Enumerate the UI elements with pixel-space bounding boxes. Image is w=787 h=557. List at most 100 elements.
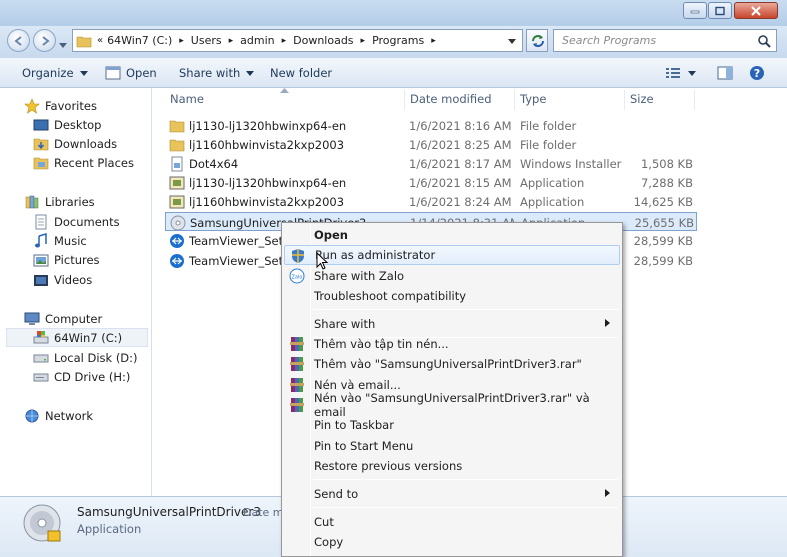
breadcrumb-admin[interactable]: admin xyxy=(240,34,274,47)
file-name-cell: Dot4x64 xyxy=(169,154,409,173)
breadcrumb-separator-icon[interactable]: ▸ xyxy=(282,36,287,46)
nav-favorites[interactable]: Favorites xyxy=(24,96,97,115)
nav-documents[interactable]: Documents xyxy=(33,212,120,231)
nav-downloads[interactable]: Downloads xyxy=(33,134,117,153)
breadcrumb-drive[interactable]: 64Win7 (C:) xyxy=(107,34,172,47)
search-input[interactable]: Search Programs xyxy=(553,29,777,52)
share-with-label: Share with xyxy=(179,66,241,80)
refresh-button[interactable] xyxy=(526,29,548,52)
menu-item-restore-versions[interactable]: Restore previous versions xyxy=(284,456,620,476)
libraries-icon xyxy=(25,195,39,208)
file-size: 25,655 KB xyxy=(634,215,694,230)
file-size: 14,625 KB xyxy=(633,194,693,209)
maximize-icon xyxy=(715,6,725,15)
table-row[interactable]: lj1160hbwinvista2kxp2003 1/6/2021 8:25 AM… xyxy=(165,135,697,154)
file-type: Application xyxy=(520,194,585,209)
nav-recent-places[interactable]: Recent Places xyxy=(33,153,134,172)
winrar-icon xyxy=(290,378,304,392)
back-button[interactable] xyxy=(7,29,30,52)
recent-pages-dropdown[interactable] xyxy=(59,38,67,48)
menu-separator xyxy=(313,507,618,508)
table-row[interactable]: lj1130-lj1320hbwinxp64-en 1/6/2021 8:15 A… xyxy=(165,173,697,192)
file-date: 1/6/2021 8:24 AM xyxy=(409,194,512,209)
nav-label: CD Drive (H:) xyxy=(54,369,131,384)
nav-label: Documents xyxy=(54,214,120,229)
column-header-label: Type xyxy=(520,92,547,106)
submenu-arrow-icon xyxy=(605,489,610,497)
winrar-icon xyxy=(290,398,304,412)
minimize-button[interactable] xyxy=(683,2,707,19)
view-options-dropdown[interactable] xyxy=(688,58,696,88)
menu-item-troubleshoot[interactable]: Troubleshoot compatibility xyxy=(284,286,620,306)
nav-desktop[interactable]: Desktop xyxy=(33,115,101,134)
breadcrumb-users[interactable]: Users xyxy=(191,34,222,47)
menu-item-share-zalo[interactable]: Zalo Share with Zalo xyxy=(284,266,620,286)
file-name: Dot4x64 xyxy=(189,156,239,171)
setup-app-icon xyxy=(169,176,185,189)
breadcrumb-programs[interactable]: Programs xyxy=(372,34,424,47)
chevron-down-icon xyxy=(688,70,696,76)
table-row[interactable]: Dot4x64 1/6/2021 8:17 AM Windows Installer… xyxy=(165,154,697,173)
setup-app-icon xyxy=(169,195,185,208)
breadcrumb-separator-icon[interactable]: ▸ xyxy=(179,36,184,46)
open-app-icon xyxy=(105,66,121,80)
table-row[interactable]: lj1130-lj1320hbwinxp64-en 1/6/2021 8:16 A… xyxy=(165,116,697,135)
forward-button[interactable] xyxy=(33,29,56,52)
menu-item-open[interactable]: Open xyxy=(284,225,620,245)
nav-computer[interactable]: Computer xyxy=(24,309,102,328)
nav-label: Downloads xyxy=(54,136,118,151)
table-row[interactable]: lj1160hbwinvista2kxp2003 1/6/2021 8:24 AM… xyxy=(165,192,697,211)
menu-item-label: Thêm vào tập tin nén... xyxy=(314,337,449,351)
submenu-arrow-icon xyxy=(605,319,610,327)
maximize-button[interactable] xyxy=(708,2,732,19)
breadcrumb-separator-icon[interactable]: ▸ xyxy=(361,36,366,46)
change-view-button[interactable] xyxy=(665,58,681,88)
file-name: lj1130-lj1320hbwinxp64-en xyxy=(189,175,347,190)
breadcrumb-separator-icon[interactable]: ▸ xyxy=(431,36,436,46)
nav-drive-h[interactable]: CD Drive (H:) xyxy=(33,367,130,386)
help-button[interactable]: ? xyxy=(749,58,765,88)
open-button[interactable]: Open xyxy=(105,58,157,88)
file-date: 1/6/2021 8:16 AM xyxy=(409,118,512,133)
new-folder-button[interactable]: New folder xyxy=(270,58,332,88)
breadcrumb-downloads[interactable]: Downloads xyxy=(293,34,353,47)
nav-videos[interactable]: Videos xyxy=(33,270,92,289)
nav-drive-d[interactable]: Local Disk (D:) xyxy=(33,348,138,367)
menu-item-share-with[interactable]: Share with xyxy=(284,314,620,334)
column-divider[interactable] xyxy=(694,90,695,110)
nav-music[interactable]: Music xyxy=(33,231,87,250)
nav-libraries[interactable]: Libraries xyxy=(24,192,95,211)
file-date: 1/6/2021 8:15 AM xyxy=(409,175,512,190)
menu-item-add-to-archive[interactable]: Thêm vào tập tin nén... xyxy=(284,334,620,354)
nav-network[interactable]: Network xyxy=(24,406,93,425)
preview-pane-button[interactable] xyxy=(717,58,733,88)
menu-item-cut[interactable]: Cut xyxy=(284,512,620,532)
nav-drive-c[interactable]: 64Win7 (C:) xyxy=(6,328,148,347)
file-size: 7,288 KB xyxy=(640,175,693,190)
menu-item-run-as-admin[interactable]: Run as administrator xyxy=(284,245,620,265)
menu-item-pin-taskbar[interactable]: Pin to Taskbar xyxy=(284,415,620,435)
menu-item-send-to[interactable]: Send to xyxy=(284,484,620,504)
column-header-date[interactable]: Date modified xyxy=(410,88,515,110)
share-with-button[interactable]: Share with xyxy=(179,58,255,88)
details-file-name: SamsungUniversalPrintDriver3 xyxy=(77,505,261,519)
menu-item-pin-start[interactable]: Pin to Start Menu xyxy=(284,436,620,456)
breadcrumb-overflow-icon[interactable]: « xyxy=(97,35,103,46)
menu-item-add-to-rar[interactable]: Thêm vào "SamsungUniversalPrintDriver3.r… xyxy=(284,354,620,374)
menu-item-label: Troubleshoot compatibility xyxy=(314,289,467,303)
column-divider[interactable] xyxy=(624,90,625,110)
column-divider[interactable] xyxy=(514,90,515,110)
address-bar[interactable]: « 64Win7 (C:) ▸ Users ▸ admin ▸ Download… xyxy=(72,29,523,52)
menu-item-copy[interactable]: Copy xyxy=(284,532,620,552)
organize-button[interactable]: Organize xyxy=(22,58,88,88)
search-icon[interactable] xyxy=(758,35,771,48)
menu-item-compress-rar-email[interactable]: Nén vào "SamsungUniversalPrintDriver3.ra… xyxy=(284,391,620,419)
column-header-type[interactable]: Type xyxy=(520,88,625,110)
nav-pictures[interactable]: Pictures xyxy=(33,250,100,269)
address-dropdown-icon[interactable] xyxy=(508,39,516,44)
column-header-size[interactable]: Size xyxy=(630,88,695,110)
breadcrumb-separator-icon[interactable]: ▸ xyxy=(229,36,234,46)
column-divider[interactable] xyxy=(404,90,405,110)
close-button[interactable] xyxy=(734,2,778,19)
preview-pane-icon xyxy=(717,66,733,80)
